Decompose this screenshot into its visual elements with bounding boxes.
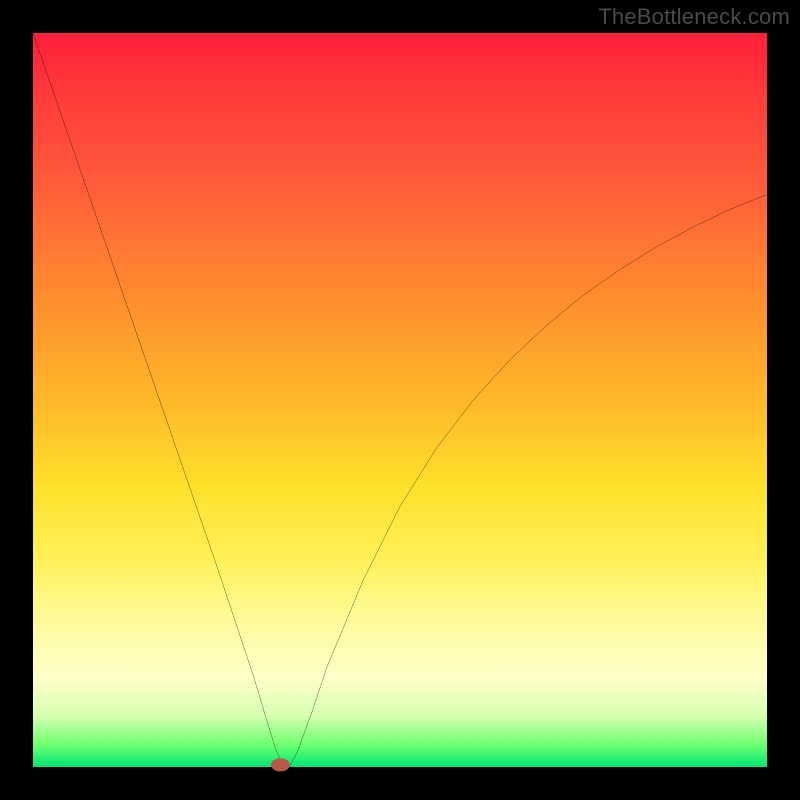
chart-svg [33,33,767,767]
curve-path [33,33,767,766]
min-marker [271,758,290,771]
chart-frame: TheBottleneck.com [0,0,800,800]
plot-area [33,33,767,767]
watermark-text: TheBottleneck.com [598,4,790,30]
